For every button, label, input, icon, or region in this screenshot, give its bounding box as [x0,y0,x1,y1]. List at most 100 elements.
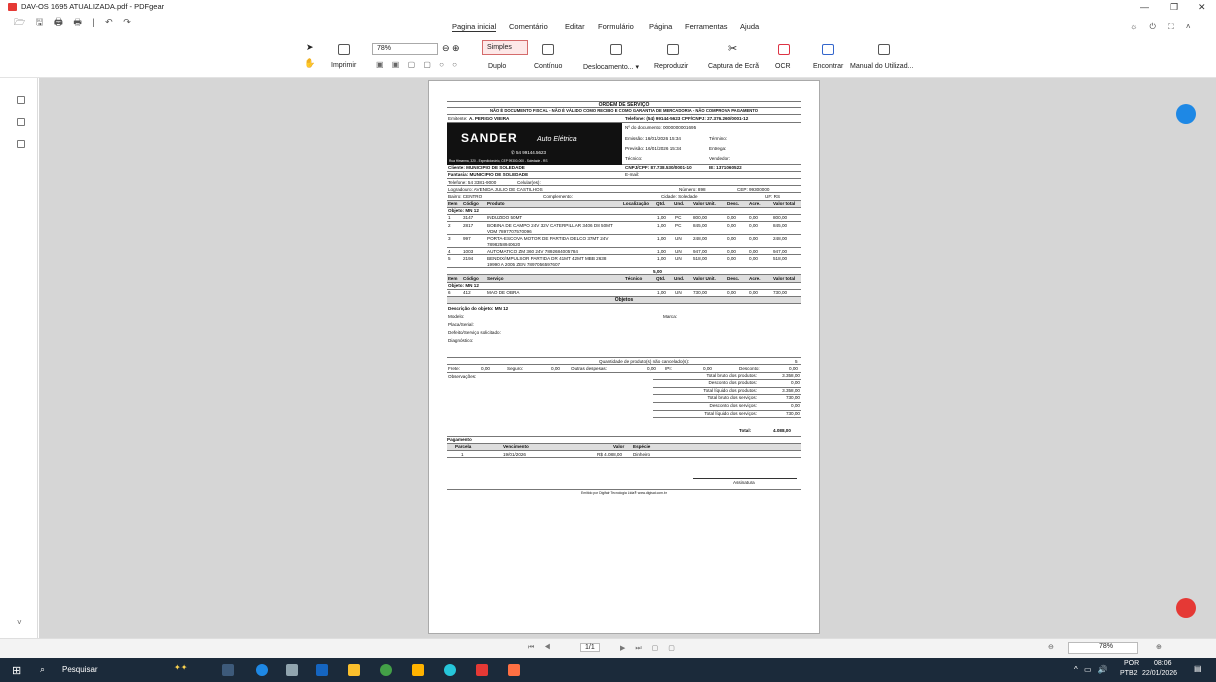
thumbnails-icon[interactable] [17,118,25,126]
duplo-view-button[interactable]: Duplo [488,63,506,70]
cell: 0,00 [727,248,736,254]
cell: 1,00 [657,255,666,261]
language-indicator[interactable]: POR [1124,660,1139,667]
manual-icon[interactable] [878,44,890,55]
alarm-button[interactable] [1176,598,1196,618]
tab-editar[interactable]: Editar [565,22,585,31]
tab-ferramentas[interactable]: Ferramentas [685,22,728,31]
payment-row: 1 19/01/2026 R$ 4.088,00 Dinheiro [447,451,801,459]
tab-pagina-inicial[interactable]: Pagina inicial [452,22,497,32]
total-line: Total bruto dos produtos: 3.358,00 [653,373,801,381]
keyboard-layout[interactable]: PTB2 [1120,670,1138,677]
collapse-chevron-icon[interactable]: ˅ [17,618,22,627]
cell: 0,00 [727,215,736,221]
notes-taskbar-icon[interactable] [508,664,520,676]
zoom-in-icon[interactable]: ⊕ [1156,643,1162,651]
system-tray-icons[interactable]: ^ ▭ 🔊 [1074,665,1110,674]
tab-ajuda[interactable]: Ajuda [740,22,759,31]
cell: PC [675,215,682,221]
clock-date[interactable]: 22/01/2026 [1142,670,1177,677]
capture-button[interactable]: Captura de Ecrã [708,63,759,70]
product-row: 5 2194 BENDIX/IMPULSOR PARTIDA DR 41MT 42M… [447,255,801,269]
total-label: Desconto dos produtos: [708,380,757,386]
clock-time[interactable]: 08:06 [1154,660,1172,667]
zoom-input[interactable]: 78% [372,43,438,55]
find-icon[interactable] [822,44,834,55]
frete-row: Frete: 0,00 Seguro: 0,00 Outras despesas… [447,365,801,373]
cell: 0,00 [749,290,758,296]
theme-settings-icons[interactable]: ☼ ⏻ ⛶ ˄ [1130,22,1196,32]
cell: 1 [448,215,451,221]
comments-icon[interactable] [17,140,25,148]
notifications-icon[interactable]: ▤ [1194,664,1202,673]
file-explorer-icon[interactable] [348,664,360,676]
cell: 5 [448,255,451,261]
total-label: Total líquido dos serviços: [704,410,757,416]
ocr-icon[interactable] [778,44,790,55]
select-cursor-icon[interactable]: ➤ [306,42,314,53]
print-button[interactable]: Imprimir [331,62,356,69]
close-button[interactable]: ✕ [1198,0,1206,14]
zoom-out-icon[interactable]: ⊖ [1048,643,1054,651]
cell: PORTA-ESCOVA MOTOR DE PARTIDA DELCO 37MT… [487,235,609,247]
reproduzir-button[interactable]: Reproduzir [654,63,688,70]
cell: 0,00 [749,222,758,228]
taskbar-search[interactable]: Pesquisar [62,665,98,674]
browser-icon[interactable] [444,664,456,676]
scroll-icon[interactable] [610,44,622,55]
cell: UN [675,255,682,261]
zoom-controls[interactable]: ⊖ ⊕ [442,43,460,54]
windows-taskbar: ⊞ ⌕ Pesquisar ✦✦ ^ ▭ 🔊 POR PTB2 08:06 22… [0,658,1216,682]
calculator-icon[interactable] [286,664,298,676]
total-value: 3.358,00 [782,387,800,393]
signature-line [693,478,797,480]
service-row: 6 412 MAO DE OBRA 1,00 UN 730,00 0,00 0,00 730,0… [447,290,801,297]
page-view-icons[interactable]: ▣ ▣ ▢ ▢ ○ ○ [376,60,460,69]
widgets-icon[interactable]: ✦✦ [174,663,187,672]
maximize-button[interactable]: ❐ [1170,0,1178,14]
find-button[interactable]: Encontrar [813,63,843,70]
bookmark-icon[interactable] [17,96,25,104]
task-view-icon[interactable] [222,664,234,676]
windows-start-icon[interactable]: ⊞ [12,664,21,677]
manual-button[interactable]: Manual do Utilizad... [850,63,913,70]
search-icon[interactable]: ⌕ [40,664,45,675]
cell: 730,00 [693,290,708,296]
cell: 997 [463,235,471,241]
app-icon[interactable] [412,664,424,676]
first-prev-page-icons[interactable]: ⏮◀ [528,644,561,652]
cell: 947,00 [693,248,708,254]
cell: 0,00 [727,235,736,241]
ai-assistant-button[interactable] [1176,104,1196,124]
tab-pagina[interactable]: Página [649,22,672,31]
document-icon[interactable] [542,44,554,55]
tab-comentario[interactable]: Comentário [509,22,548,31]
minimize-button[interactable]: — [1140,0,1149,14]
ocr-button[interactable]: OCR [775,63,791,70]
pdf-page: ORDEM DE SERVIÇO NÃO É DOCUMENTO FISCAL … [428,80,820,634]
total-label: Total bruto dos serviços: [707,395,757,401]
total-value: 0,00 [791,380,800,386]
continuo-view-button[interactable]: Contínuo [534,63,562,70]
scissors-icon[interactable]: ✂ [728,42,737,55]
deslocamento-button[interactable]: Deslocamento... ▾ [583,63,639,71]
play-icon[interactable] [667,44,679,55]
total-line: Total bruto dos serviços: 730,00 [653,395,801,403]
simples-view-button[interactable]: Simples [482,40,528,55]
page-number-input[interactable]: 1/1 [580,643,600,652]
cell: 800,00 [693,215,708,221]
totals-list: Total bruto dos produtos: 3.358,00 Descont… [653,373,801,419]
quick-access-toolbar[interactable]: 🗁 🖫 🖨 🖶 | ↶ ↷ [14,15,135,27]
statusbar-zoom-input[interactable]: 78% [1068,642,1138,654]
edge-icon[interactable] [256,664,268,676]
next-last-page-icons[interactable]: ▶⏭▢▢ [620,644,685,653]
word-icon[interactable] [316,664,328,676]
cell: AUTOMATICO ZM 360 24V 7892684005784 [487,248,578,254]
tab-formulario[interactable]: Formulário [598,22,634,31]
chrome-icon[interactable] [380,664,392,676]
pdfgear-taskbar-icon[interactable] [476,664,488,676]
cell: 3147 [463,215,474,221]
hand-tool-icon[interactable]: ✋ [304,58,315,69]
objeto-details: Descrição do objeto: MN 12 Modelo: Marca… [447,304,801,359]
print-icon[interactable] [338,44,350,55]
